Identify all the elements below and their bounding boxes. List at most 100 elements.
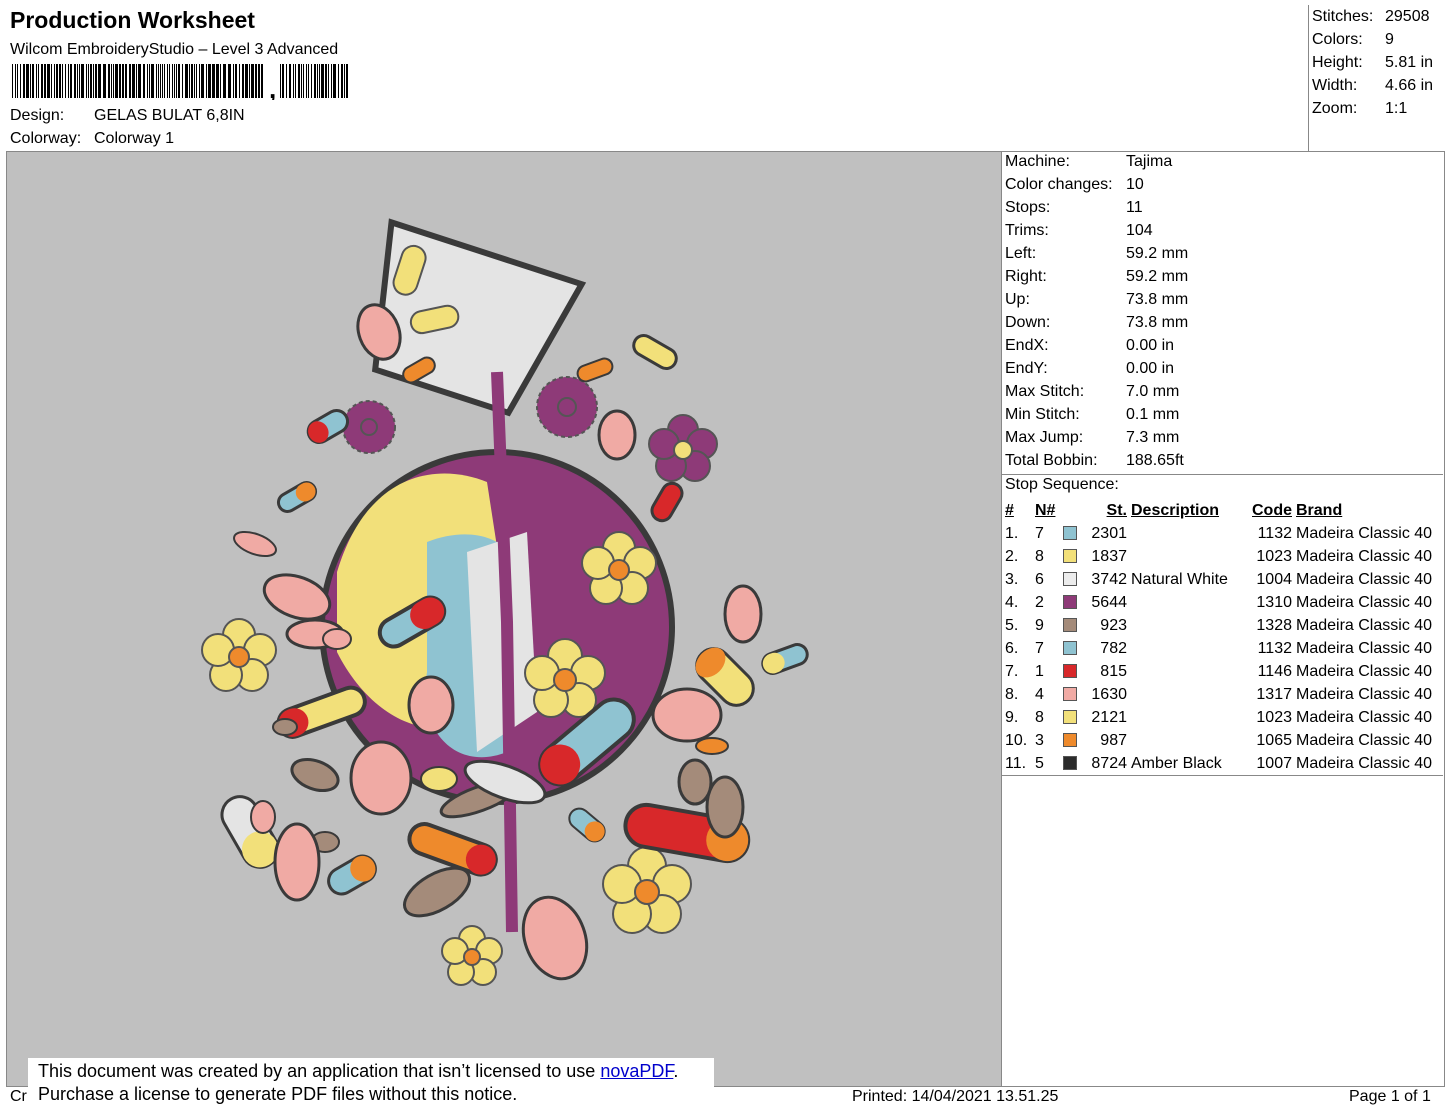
footer-fragment: Cr xyxy=(10,1088,27,1105)
row-brand: Madeira Classic 40 xyxy=(1296,708,1433,726)
color-swatch-icon xyxy=(1063,618,1077,633)
row-number: 10. xyxy=(1005,731,1028,749)
summary-stitches-label: Stitches: xyxy=(1312,8,1374,25)
row-description: Natural White xyxy=(1131,570,1228,588)
color-swatch-icon xyxy=(1063,687,1077,702)
up-value: 73.8 mm xyxy=(1126,291,1189,308)
row-description xyxy=(1127,522,1243,545)
color-changes-label: Color changes: xyxy=(1005,176,1113,193)
row-needle: 2 xyxy=(1035,593,1044,611)
stops-label: Stops: xyxy=(1005,199,1051,216)
row-needle: 7 xyxy=(1035,639,1044,657)
row-description xyxy=(1127,706,1243,729)
table-row: 4. 2 5644 1310 Madeira Classic 40 xyxy=(1005,591,1432,614)
row-stitches: 987 xyxy=(1100,731,1127,749)
col-header-num: # xyxy=(1005,501,1014,519)
page-number: Page 1 of 1 xyxy=(1349,1088,1431,1105)
row-stitches: 1837 xyxy=(1091,547,1127,565)
down-label: Down: xyxy=(1005,314,1051,331)
color-swatch-icon xyxy=(1063,595,1077,610)
divider xyxy=(1002,775,1443,776)
summary-colors-label: Colors: xyxy=(1312,31,1363,48)
row-needle: 9 xyxy=(1035,616,1044,634)
summary-width-label: Width: xyxy=(1312,77,1358,94)
row-brand: Madeira Classic 40 xyxy=(1296,754,1433,772)
row-stitches: 8724 xyxy=(1091,754,1127,772)
table-row: 1. 7 2301 1132 Madeira Classic 40 xyxy=(1005,522,1432,545)
row-number: 11. xyxy=(1005,754,1027,772)
summary-width-value: 4.66 in xyxy=(1385,77,1434,94)
row-needle: 5 xyxy=(1035,754,1044,772)
row-swatch-cell xyxy=(1063,522,1081,545)
color-swatch-icon xyxy=(1063,733,1077,748)
row-code: 1132 xyxy=(1257,524,1292,542)
table-row: 11. 5 8724 Amber Black 1007 Madeira Classic 4… xyxy=(1005,752,1432,775)
endx-value: 0.00 in xyxy=(1126,337,1175,354)
row-stitches: 782 xyxy=(1100,639,1127,657)
row-number: 9. xyxy=(1005,708,1019,726)
max-jump-value: 7.3 mm xyxy=(1126,429,1180,446)
machine-value: Tajima xyxy=(1126,153,1173,170)
row-brand: Madeira Classic 40 xyxy=(1296,616,1433,634)
design-label: Design: xyxy=(10,107,65,124)
row-stitches: 3742 xyxy=(1091,570,1127,588)
notice-line-2: Purchase a license to generate PDF files… xyxy=(38,1084,518,1104)
color-swatch-icon xyxy=(1063,664,1077,679)
table-row: 8. 4 1630 1317 Madeira Classic 40 xyxy=(1005,683,1432,706)
left-label: Left: xyxy=(1005,245,1037,262)
row-code: 1317 xyxy=(1256,685,1292,703)
table-row: 3. 6 3742 Natural White 1004 Madeira Classic … xyxy=(1005,568,1432,591)
color-swatch-icon xyxy=(1063,710,1077,725)
notice-text: This document was created by an applicat… xyxy=(38,1061,601,1081)
row-number: 1. xyxy=(1005,524,1019,542)
endy-value: 0.00 in xyxy=(1126,360,1175,377)
row-brand: Madeira Classic 40 xyxy=(1296,547,1433,565)
row-stitches: 5644 xyxy=(1091,593,1127,611)
color-changes-value: 10 xyxy=(1126,176,1144,193)
row-brand: Madeira Classic 40 xyxy=(1296,731,1433,749)
row-brand: Madeira Classic 40 xyxy=(1296,685,1433,703)
design-preview xyxy=(7,152,1002,1086)
row-code: 1004 xyxy=(1256,570,1292,588)
row-description xyxy=(1127,591,1243,614)
right-value: 59.2 mm xyxy=(1126,268,1189,285)
row-code: 1023 xyxy=(1256,547,1292,565)
row-stitches: 1630 xyxy=(1091,685,1127,703)
barcode-icon: , xyxy=(12,64,348,100)
row-needle: 7 xyxy=(1035,524,1044,542)
summary-stitches-value: 29508 xyxy=(1385,8,1430,25)
table-row: 2. 8 1837 1023 Madeira Classic 40 xyxy=(1005,545,1432,568)
down-value: 73.8 mm xyxy=(1126,314,1189,331)
row-brand: Madeira Classic 40 xyxy=(1296,570,1433,588)
notice-period: . xyxy=(673,1061,679,1081)
right-label: Right: xyxy=(1005,268,1047,285)
stop-sequence-title: Stop Sequence: xyxy=(1005,476,1119,493)
license-notice: This document was created by an applicat… xyxy=(28,1058,714,1116)
stop-sequence-table: # N# St. Description Code Brand 1. 7 2301 1… xyxy=(1005,499,1432,775)
max-jump-label: Max Jump: xyxy=(1005,429,1084,446)
min-stitch-label: Min Stitch: xyxy=(1005,406,1080,423)
page-title: Production Worksheet xyxy=(10,7,255,33)
color-swatch-icon xyxy=(1063,549,1077,564)
row-brand: Madeira Classic 40 xyxy=(1296,593,1433,611)
row-stitches: 815 xyxy=(1100,662,1127,680)
col-header-stitches: St. xyxy=(1106,501,1127,519)
col-header-code: Code xyxy=(1252,501,1292,519)
row-swatch-cell xyxy=(1063,683,1081,706)
col-header-swatch xyxy=(1063,499,1081,522)
row-brand: Madeira Classic 40 xyxy=(1296,524,1433,542)
novapdf-link[interactable]: novaPDF xyxy=(600,1061,673,1081)
row-swatch-cell xyxy=(1063,729,1081,752)
col-header-description: Description xyxy=(1131,501,1220,519)
stops-value: 11 xyxy=(1126,199,1143,216)
row-number: 4. xyxy=(1005,593,1019,611)
row-stitches: 2121 xyxy=(1091,708,1127,726)
row-stitches: 923 xyxy=(1100,616,1127,634)
row-number: 3. xyxy=(1005,570,1019,588)
row-needle: 8 xyxy=(1035,708,1044,726)
row-needle: 1 xyxy=(1035,662,1044,680)
row-needle: 8 xyxy=(1035,547,1044,565)
notice-line-1: This document was created by an applicat… xyxy=(38,1060,714,1083)
row-needle: 3 xyxy=(1035,731,1044,749)
summary-colors-value: 9 xyxy=(1385,31,1394,48)
